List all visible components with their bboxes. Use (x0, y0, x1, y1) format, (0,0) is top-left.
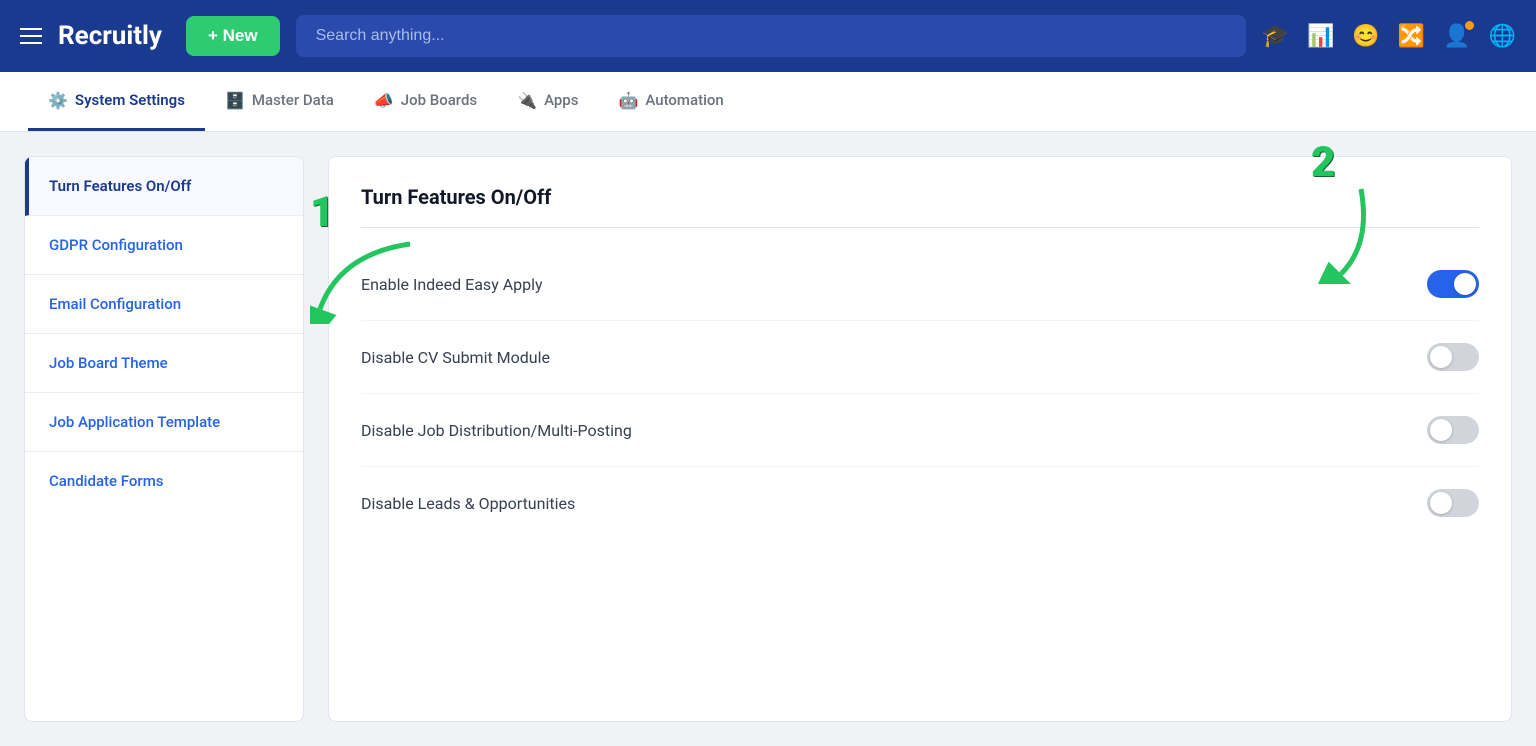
toggle-track-disable-job-dist (1427, 416, 1479, 444)
plug-icon: 🔌 (517, 91, 537, 110)
settings-icon: ⚙️ (48, 91, 68, 110)
sidebar-item-job-app-template-label: Job Application Template (49, 413, 220, 431)
toggle-disable-leads[interactable] (1427, 489, 1479, 517)
feature-row-disable-cv: Disable CV Submit Module (361, 321, 1479, 394)
database-icon: 🗄️ (225, 91, 245, 110)
tab-job-boards-label: Job Boards (401, 91, 477, 109)
hamburger-menu[interactable] (20, 28, 42, 44)
feature-row-enable-indeed: Enable Indeed Easy Apply (361, 248, 1479, 321)
chart-icon[interactable]: 📊 (1307, 24, 1334, 49)
toggle-thumb-disable-leads (1430, 492, 1452, 514)
sidebar-item-email-config[interactable]: Email Configuration (25, 275, 303, 334)
sidebar-item-gdpr-label: GDPR Configuration (49, 236, 183, 254)
brand-logo: Recruitly (58, 21, 162, 51)
main-content: 1 Turn Features On/Off GDPR Configuratio… (0, 132, 1536, 746)
toggle-disable-cv[interactable] (1427, 343, 1479, 371)
tab-master-data-label: Master Data (252, 91, 334, 109)
toggle-track-disable-leads (1427, 489, 1479, 517)
panel-title: Turn Features On/Off (361, 185, 1479, 228)
tab-system-settings-label: System Settings (75, 91, 185, 109)
toggle-disable-job-dist[interactable] (1427, 416, 1479, 444)
tab-automation-label: Automation (645, 91, 723, 109)
sidebar-item-candidate-forms-label: Candidate Forms (49, 472, 164, 490)
graduation-icon[interactable]: 🎓 (1262, 24, 1289, 49)
feature-row-disable-job-dist: Disable Job Distribution/Multi-Posting (361, 394, 1479, 467)
feature-label-enable-indeed: Enable Indeed Easy Apply (361, 275, 543, 294)
face-icon[interactable]: 😊 (1352, 24, 1379, 49)
sidebar-item-turn-features-label: Turn Features On/Off (49, 177, 191, 195)
notification-dot (1465, 21, 1474, 30)
sidebar: Turn Features On/Off GDPR Configuration … (24, 156, 304, 722)
toggle-track-enable-indeed (1427, 270, 1479, 298)
globe-icon[interactable]: 🌐 (1489, 24, 1516, 49)
tab-master-data[interactable]: 🗄️ Master Data (205, 73, 354, 131)
tab-system-settings[interactable]: ⚙️ System Settings (28, 73, 205, 131)
feature-label-disable-leads: Disable Leads & Opportunities (361, 494, 575, 513)
robot-icon: 🤖 (618, 91, 638, 110)
toggle-thumb-disable-job-dist (1430, 419, 1452, 441)
feature-label-disable-job-dist: Disable Job Distribution/Multi-Posting (361, 421, 632, 440)
content-panel: 2 Turn Features On/Off Enable Indeed Eas… (328, 156, 1512, 722)
sidebar-item-email-config-label: Email Configuration (49, 295, 181, 313)
sidebar-item-turn-features[interactable]: Turn Features On/Off (25, 157, 303, 216)
feature-label-disable-cv: Disable CV Submit Module (361, 348, 550, 367)
profile-icon[interactable]: 👤 (1443, 24, 1470, 49)
toggle-thumb-enable-indeed (1454, 273, 1476, 295)
sidebar-item-candidate-forms[interactable]: Candidate Forms (25, 452, 303, 510)
sidebar-item-job-app-template[interactable]: Job Application Template (25, 393, 303, 452)
search-input[interactable] (296, 15, 1246, 57)
top-nav: Recruitly + New 🎓 📊 😊 🔀 👤 🌐 (0, 0, 1536, 72)
sidebar-item-gdpr[interactable]: GDPR Configuration (25, 216, 303, 275)
sidebar-item-job-board-theme-label: Job Board Theme (49, 354, 168, 372)
toggle-track-disable-cv (1427, 343, 1479, 371)
toggle-thumb-disable-cv (1430, 346, 1452, 368)
feature-row-disable-leads: Disable Leads & Opportunities (361, 467, 1479, 539)
network-icon[interactable]: 🔀 (1398, 24, 1425, 49)
sidebar-item-job-board-theme[interactable]: Job Board Theme (25, 334, 303, 393)
nav-icons: 🎓 📊 😊 🔀 👤 🌐 (1262, 24, 1516, 49)
megaphone-icon: 📣 (374, 91, 394, 110)
tab-apps[interactable]: 🔌 Apps (497, 73, 598, 131)
new-button[interactable]: + New (186, 16, 280, 56)
toggle-enable-indeed[interactable] (1427, 270, 1479, 298)
tab-automation[interactable]: 🤖 Automation (598, 73, 743, 131)
sub-nav: ⚙️ System Settings 🗄️ Master Data 📣 Job … (0, 72, 1536, 132)
tab-job-boards[interactable]: 📣 Job Boards (354, 73, 497, 131)
tab-apps-label: Apps (544, 91, 578, 109)
